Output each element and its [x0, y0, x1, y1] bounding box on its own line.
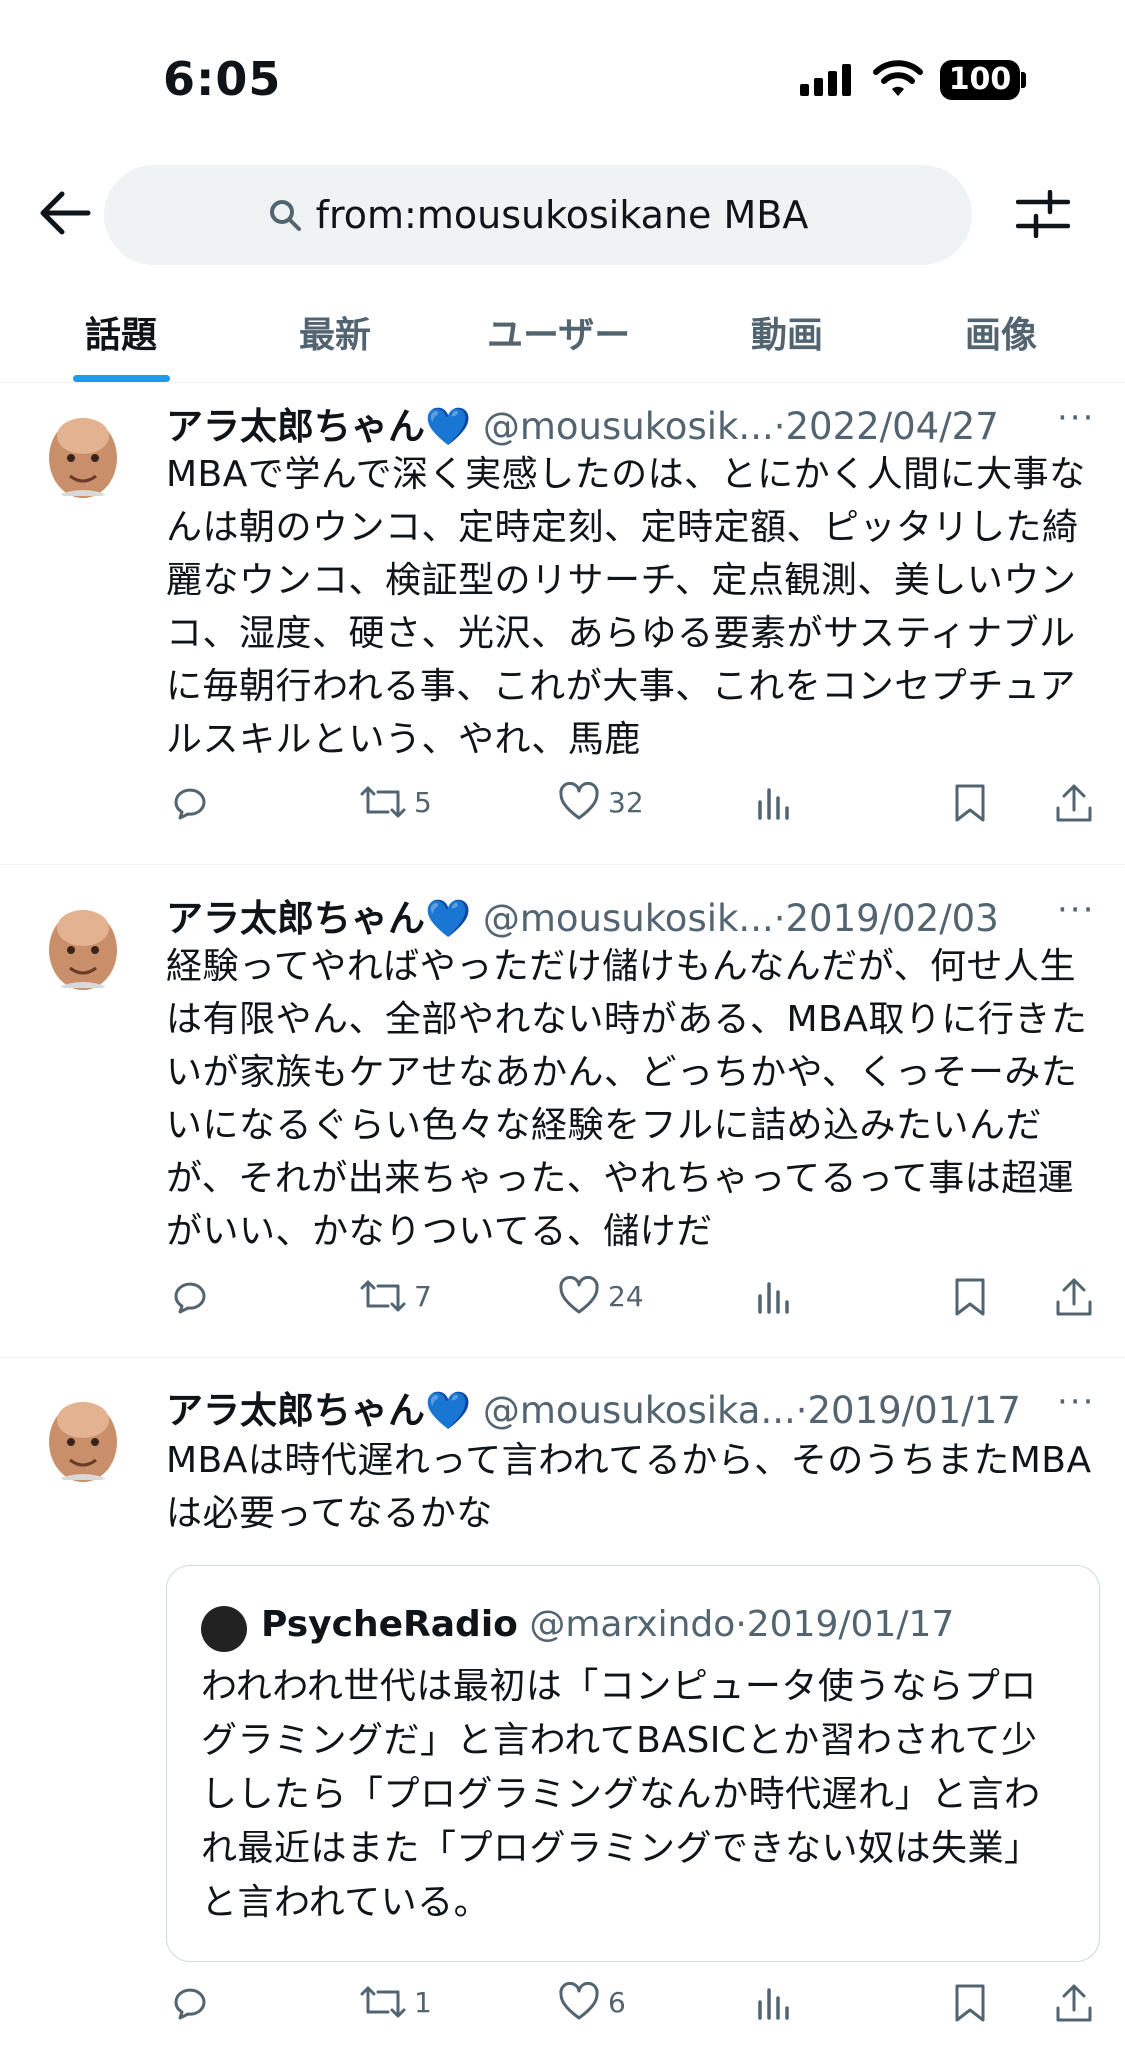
analytics-icon [758, 1988, 789, 2020]
retweet-icon [360, 1986, 406, 2018]
tweet-date[interactable]: 2019/02/03 [785, 897, 998, 940]
analytics-icon [758, 1282, 789, 1314]
retweet-button[interactable]: 1 [360, 1982, 432, 2022]
avatar-image [36, 898, 130, 992]
more-options-icon[interactable]: ··· [1057, 890, 1095, 930]
analytics-icon [758, 788, 789, 820]
back-arrow-icon[interactable] [36, 188, 92, 238]
display-name[interactable]: アラ太郎ちゃん💙 [166, 897, 471, 940]
tab-videos[interactable]: 動画 [751, 306, 823, 358]
tweet-actions: 5 32 [0, 782, 1125, 832]
retweet-button[interactable]: 5 [360, 782, 432, 822]
retweet-icon [360, 786, 406, 818]
quoted-tweet-date: 2019/01/17 [746, 1604, 955, 1645]
reply-icon [174, 788, 206, 820]
share-icon [1056, 784, 1092, 822]
tweet-text: 経験ってやればやっただけ儲けもんなんだが、何せ人生は有限やん、全部やれない時があ… [166, 946, 1088, 1252]
heart-icon [559, 1276, 599, 1314]
quoted-display-name: PsycheRadio [261, 1604, 518, 1645]
retweet-count: 5 [414, 785, 432, 819]
bookmark-button[interactable] [953, 782, 987, 824]
bookmark-icon [955, 784, 985, 822]
share-icon [1056, 1984, 1092, 2022]
active-tab-indicator [73, 375, 170, 382]
tab-people[interactable]: ユーザー [487, 306, 630, 358]
retweet-button[interactable]: 7 [360, 1276, 432, 1316]
search-tabs: 話題 最新 ユーザー 動画 画像 [0, 296, 1125, 383]
bookmark-icon [955, 1278, 985, 1316]
tweet-text: MBAで学んで深く実感したのは、とにかく人間に大事なんは朝のウンコ、定時定刻、定… [166, 454, 1086, 760]
like-button[interactable]: 32 [558, 782, 644, 822]
quoted-user-handle: @marxindo [529, 1604, 736, 1645]
reply-button[interactable] [168, 1982, 208, 2022]
retweet-count: 1 [414, 1985, 432, 2019]
cellular-signal-icon [800, 64, 851, 96]
tweet-header: アラ太郎ちゃん💙 @mousukosika...·2019/01/17 [166, 1389, 1021, 1432]
share-button[interactable] [1054, 1276, 1094, 1318]
more-options-icon[interactable]: ··· [1057, 1382, 1095, 1422]
like-count: 6 [608, 1985, 626, 2019]
bookmark-button[interactable] [953, 1276, 987, 1318]
views-button[interactable] [756, 1982, 792, 2022]
quoted-tweet[interactable]: PsycheRadio @marxindo·2019/01/17 われわれ世代は… [166, 1565, 1100, 1962]
reply-button[interactable] [168, 1276, 208, 1316]
user-handle[interactable]: @mousukosik... [483, 897, 774, 940]
user-handle[interactable]: @mousukosik... [483, 405, 774, 448]
share-button[interactable] [1054, 1982, 1094, 2024]
like-button[interactable]: 24 [558, 1276, 644, 1316]
avatar[interactable] [36, 1390, 130, 1484]
tab-latest[interactable]: 最新 [299, 306, 371, 358]
wifi-icon [873, 60, 923, 96]
avatar[interactable] [36, 406, 130, 500]
tab-top[interactable]: 話題 [85, 306, 157, 358]
search-icon [269, 200, 301, 231]
tweet-text: MBAは時代遅れって言われてるから、そのうちまたMBAは必要ってなるかな [166, 1440, 1092, 1534]
quoted-tweet-text: われわれ世代は最初は「コンピュータ使うならプログラミングだ」と言われてBASIC… [201, 1666, 1041, 1923]
quoted-tweet-header: PsycheRadio @marxindo·2019/01/17 [261, 1604, 955, 1645]
share-icon [1056, 1278, 1092, 1316]
search-input[interactable]: from:mousukosikane MBA [104, 165, 972, 265]
filter-settings-icon[interactable] [1016, 190, 1070, 238]
more-options-icon[interactable]: ··· [1057, 398, 1095, 438]
display-name[interactable]: アラ太郎ちゃん💙 [166, 405, 471, 448]
like-button[interactable]: 6 [558, 1982, 626, 2022]
tweet-actions: 7 24 [0, 1276, 1125, 1326]
tweet-actions: 1 6 [0, 1982, 1125, 2032]
heart-icon [559, 782, 599, 820]
retweet-count: 7 [414, 1279, 432, 1313]
share-button[interactable] [1054, 782, 1094, 824]
search-query-text: from:mousukosikane MBA [315, 193, 809, 237]
avatar-image [36, 1390, 130, 1484]
reply-icon [174, 1282, 206, 1314]
views-button[interactable] [756, 782, 792, 822]
tab-images[interactable]: 画像 [965, 306, 1037, 358]
battery-indicator: 100 [940, 60, 1020, 100]
quoted-avatar[interactable] [201, 1606, 247, 1652]
tweet-date[interactable]: 2022/04/27 [785, 405, 998, 448]
display-name[interactable]: アラ太郎ちゃん💙 [166, 1389, 471, 1432]
like-count: 32 [608, 785, 644, 819]
tweet-header: アラ太郎ちゃん💙 @mousukosik...·2019/02/03 [166, 897, 999, 940]
tweet-header: アラ太郎ちゃん💙 @mousukosik...·2022/04/27 [166, 405, 999, 448]
views-button[interactable] [756, 1276, 792, 1316]
user-handle[interactable]: @mousukosika... [483, 1389, 796, 1432]
reply-icon [174, 1988, 206, 2020]
like-count: 24 [608, 1279, 644, 1313]
bookmark-button[interactable] [953, 1982, 987, 2024]
status-time: 6:05 [163, 52, 282, 106]
tweet-date[interactable]: 2019/01/17 [808, 1389, 1021, 1432]
retweet-icon [360, 1280, 406, 1312]
battery-nub [1021, 72, 1026, 88]
avatar-image [36, 406, 130, 500]
heart-icon [559, 1982, 599, 2020]
avatar[interactable] [36, 898, 130, 992]
bookmark-icon [955, 1984, 985, 2022]
reply-button[interactable] [168, 782, 208, 822]
